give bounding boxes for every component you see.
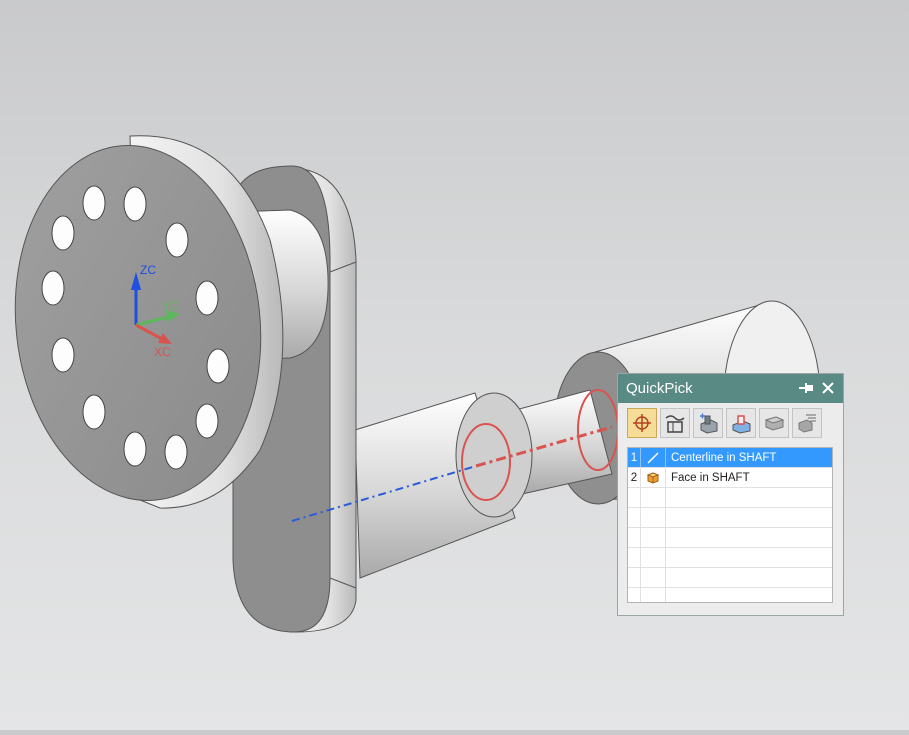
features-filter-button[interactable] <box>693 408 723 438</box>
close-icon[interactable] <box>819 379 837 397</box>
list-item-empty <box>628 508 832 528</box>
component-icon <box>764 416 785 431</box>
quickpick-dialog: QuickPick 1 Centerline in SHAFT 2 Face i… <box>617 373 844 616</box>
quickpick-titlebar[interactable]: QuickPick <box>618 374 843 403</box>
list-item-label: Centerline in SHAFT <box>671 451 777 464</box>
quickpick-title: QuickPick <box>626 380 693 397</box>
centerline-icon <box>641 448 666 467</box>
graphics-viewport[interactable]: ZC YC XC <box>0 0 909 730</box>
list-item-empty <box>628 488 832 508</box>
yc-label: YC <box>162 299 179 313</box>
list-item[interactable]: 1 Centerline in SHAFT <box>628 448 832 468</box>
pin-icon[interactable] <box>797 379 815 397</box>
list-item-empty <box>628 548 832 568</box>
curves-icon <box>665 415 685 433</box>
shaft-medium-section[interactable] <box>354 392 533 579</box>
list-item[interactable]: 2 Face in SHAFT <box>628 468 832 488</box>
list-item-empty <box>628 588 832 602</box>
other-icon <box>798 414 816 433</box>
other-filter-button[interactable] <box>792 408 822 438</box>
zc-label: ZC <box>140 263 156 277</box>
curves-filter-button[interactable] <box>660 408 690 438</box>
components-filter-button[interactable] <box>759 408 789 438</box>
bodies-filter-button[interactable] <box>726 408 756 438</box>
body-icon <box>732 415 751 434</box>
list-item-index: 2 <box>628 468 641 487</box>
list-item-label: Face in SHAFT <box>671 471 750 484</box>
feature-icon <box>700 413 718 434</box>
filter-toolbar <box>627 408 822 438</box>
xc-label: XC <box>154 345 171 359</box>
model-view[interactable]: ZC YC XC <box>0 0 909 730</box>
list-item-empty <box>628 568 832 588</box>
crosshair-icon <box>633 414 651 432</box>
face-icon <box>641 468 666 487</box>
list-item-index: 1 <box>628 448 641 467</box>
selection-list: 1 Centerline in SHAFT 2 Face in SHAFT <box>627 447 833 603</box>
all-objects-filter-button[interactable] <box>627 408 657 438</box>
list-item-empty <box>628 528 832 548</box>
